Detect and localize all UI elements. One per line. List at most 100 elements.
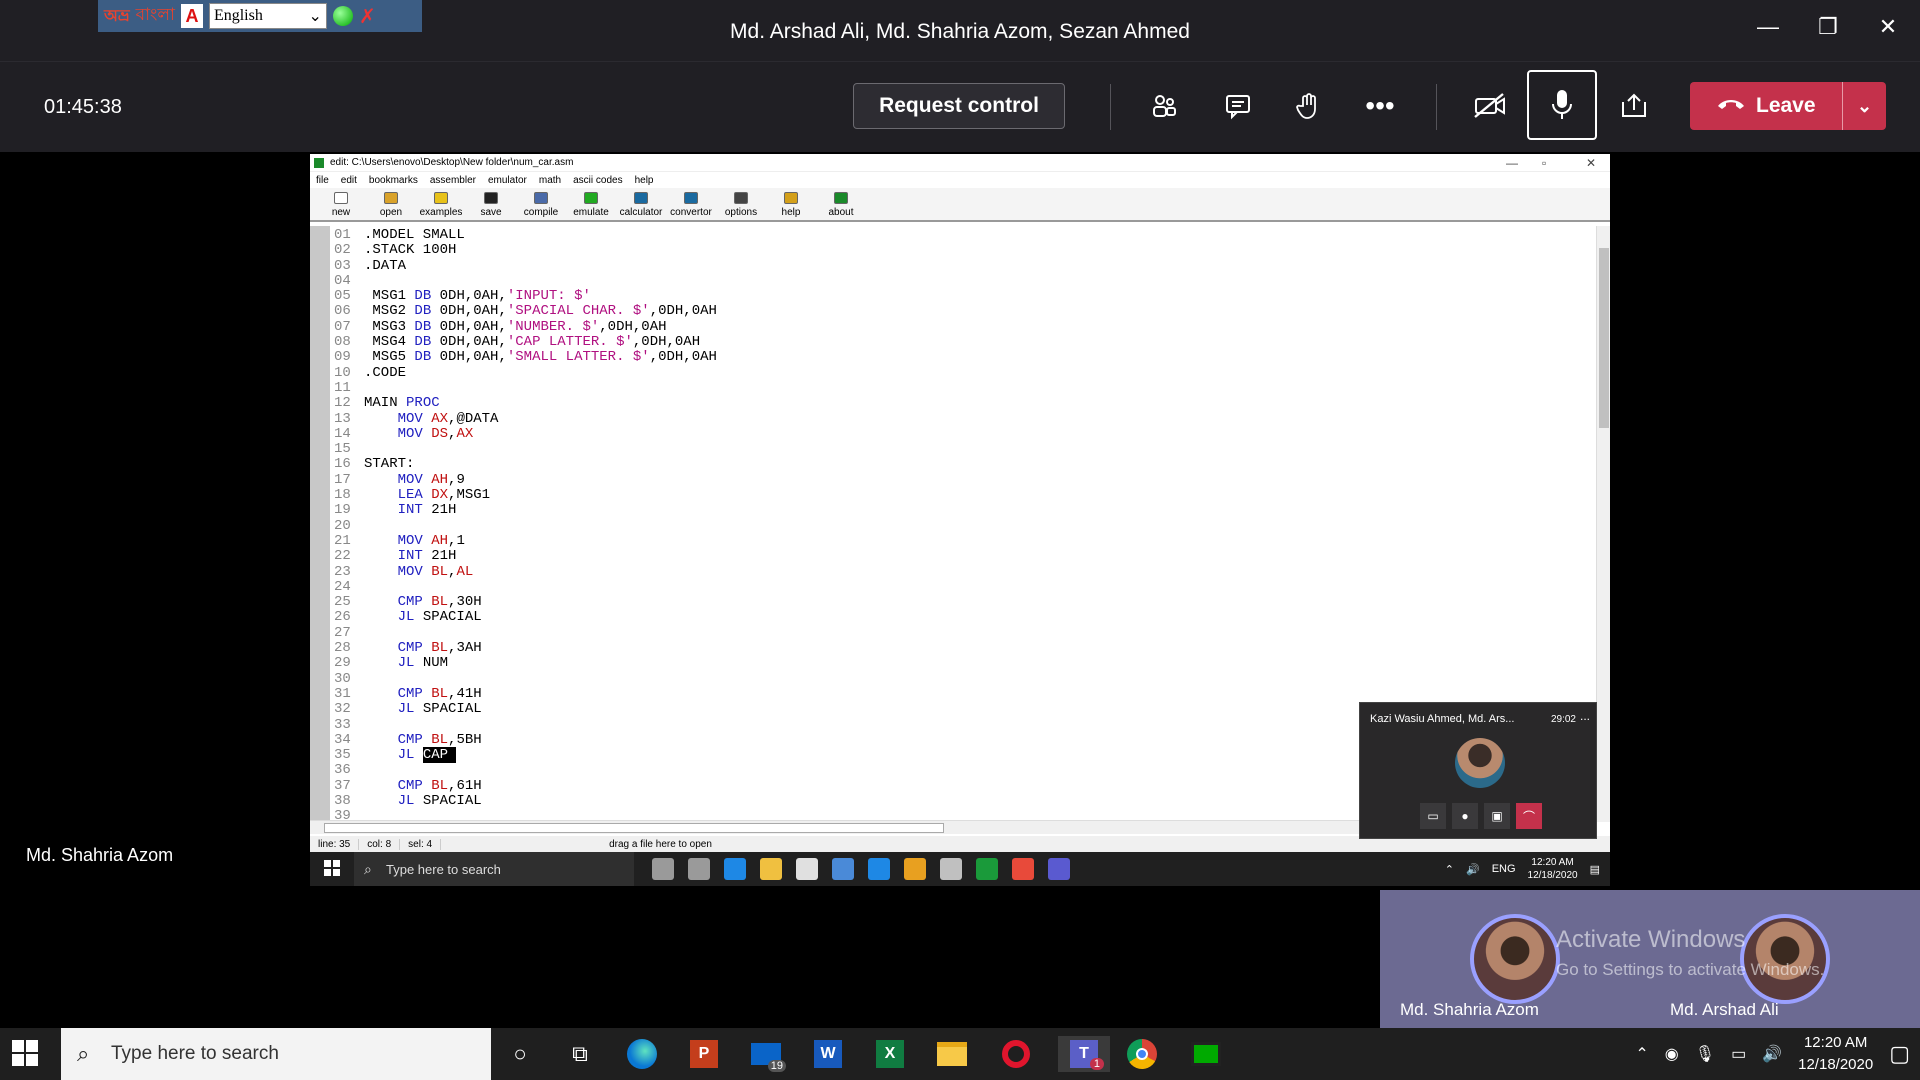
code-line[interactable]: MSG5 DB 0DH,0AH,'SMALL LATTER. $',0DH,0A… (364, 350, 717, 365)
tool-calculator-button[interactable]: calculator (616, 188, 666, 220)
code-line[interactable]: MOV BL,AL (364, 564, 717, 580)
menu-item-help[interactable]: help (635, 175, 654, 186)
powerpoint-icon[interactable]: P (684, 1036, 724, 1072)
code-line[interactable]: CMP BL,5BH (364, 732, 717, 748)
code-line[interactable]: JL SPACIAL (364, 610, 717, 625)
search-input[interactable]: ⌕ Type here to search (61, 1028, 491, 1080)
editor-close[interactable]: ✕ (1586, 156, 1596, 170)
editor-restore[interactable]: ▫ (1542, 156, 1546, 170)
menu-item-emulator[interactable]: emulator (488, 175, 527, 186)
code-line[interactable]: MSG1 DB 0DH,0AH,'INPUT: $' (364, 289, 717, 304)
raise-hand-icon[interactable] (1278, 78, 1338, 134)
code-line[interactable] (364, 381, 717, 396)
tool-options-button[interactable]: options (716, 188, 766, 220)
chrome-icon[interactable] (1122, 1036, 1162, 1072)
camera-off-icon[interactable] (1460, 78, 1520, 134)
task-view-icon[interactable]: ⧉ (560, 1036, 600, 1072)
more-options-icon[interactable]: ••• (1350, 78, 1410, 134)
code-line[interactable]: INT 21H (364, 503, 717, 518)
menu-item-assembler[interactable]: assembler (430, 175, 476, 186)
menu-item-ascii-codes[interactable]: ascii codes (573, 175, 622, 186)
tool-convertor-button[interactable]: convertor (666, 188, 716, 220)
code-text[interactable]: .MODEL SMALL .STACK 100H .DATA MSG1 DB 0DH… (364, 227, 717, 825)
opera-icon[interactable] (996, 1036, 1036, 1072)
excel-icon[interactable]: X (870, 1036, 910, 1072)
code-line[interactable]: JL CAP (364, 747, 717, 764)
chevron-down-icon[interactable]: ⌄ (1842, 82, 1886, 130)
code-line[interactable]: START: (364, 457, 717, 472)
code-line[interactable]: .DATA (364, 258, 717, 274)
chevron-up-icon[interactable]: ⌃ (1635, 1044, 1648, 1064)
code-line[interactable]: MAIN PROC (364, 396, 717, 411)
code-line[interactable]: LEA DX,MSG1 (364, 487, 717, 503)
file-explorer-icon[interactable] (932, 1036, 972, 1072)
code-line[interactable]: JL SPACIAL (364, 793, 717, 809)
code-line[interactable] (364, 763, 717, 778)
restore-button[interactable]: ❐ (1808, 14, 1848, 40)
volume-icon[interactable]: 🔊 (1762, 1044, 1782, 1064)
edge-icon[interactable] (622, 1036, 662, 1072)
mail-icon[interactable]: 19 (746, 1036, 786, 1072)
code-line[interactable]: JL NUM (364, 656, 717, 671)
code-line[interactable]: MSG4 DB 0DH,0AH,'CAP LATTER. $',0DH,0AH (364, 334, 717, 350)
code-line[interactable]: MOV DS,AX (364, 426, 717, 442)
code-line[interactable] (364, 718, 717, 733)
request-control-button[interactable]: Request control (853, 83, 1065, 129)
vertical-scrollbar[interactable] (1596, 226, 1610, 822)
scroll-thumb[interactable] (324, 823, 944, 833)
leave-button[interactable]: Leave ⌄ (1690, 82, 1886, 130)
code-line[interactable]: MSG3 DB 0DH,0AH,'NUMBER. $',0DH,0AH (364, 319, 717, 335)
cortana-icon[interactable]: ○ (500, 1036, 540, 1072)
code-line[interactable] (364, 442, 717, 457)
code-line[interactable]: CMP BL,41H (364, 686, 717, 702)
tool-save-button[interactable]: save (466, 188, 516, 220)
code-line[interactable]: MOV AH,9 (364, 472, 717, 488)
emu8086-icon[interactable] (1186, 1036, 1226, 1072)
teams-icon[interactable]: T 1 (1058, 1036, 1110, 1072)
code-line[interactable]: MSG2 DB 0DH,0AH,'SPACIAL CHAR. $',0DH,0A… (364, 304, 717, 319)
code-line[interactable] (364, 626, 717, 641)
code-line[interactable]: CMP BL,30H (364, 594, 717, 610)
tool-about-button[interactable]: about (816, 188, 866, 220)
code-line[interactable]: MOV AX,@DATA (364, 411, 717, 427)
chat-icon[interactable] (1208, 78, 1268, 134)
tool-compile-button[interactable]: compile (516, 188, 566, 220)
battery-icon[interactable]: ▭ (1731, 1044, 1746, 1064)
word-icon[interactable]: W (808, 1036, 848, 1072)
share-screen-icon[interactable] (1604, 78, 1664, 134)
tool-examples-button[interactable]: examples (416, 188, 466, 220)
code-line[interactable] (364, 580, 717, 595)
close-button[interactable]: ✕ (1868, 14, 1908, 40)
menu-item-edit[interactable]: edit (341, 175, 357, 186)
code-line[interactable]: MOV AH,1 (364, 533, 717, 549)
avatar[interactable] (1470, 914, 1560, 1004)
microphone-button[interactable] (1527, 70, 1597, 140)
clock[interactable]: 12:20 AM 12/18/2020 (1798, 1032, 1873, 1076)
code-line[interactable]: .STACK 100H (364, 243, 717, 258)
tool-new-button[interactable]: new (316, 188, 366, 220)
code-line[interactable]: .MODEL SMALL (364, 227, 717, 243)
code-line[interactable] (364, 672, 717, 687)
minimize-button[interactable]: — (1748, 14, 1788, 40)
code-line[interactable] (364, 274, 717, 289)
code-line[interactable]: INT 21H (364, 549, 717, 564)
code-line[interactable]: JL SPACIAL (364, 702, 717, 717)
code-line[interactable]: CMP BL,3AH (364, 640, 717, 656)
camera-icon[interactable]: ◉ (1665, 1044, 1679, 1064)
tool-emulate-button[interactable]: emulate (566, 188, 616, 220)
menu-item-bookmarks[interactable]: bookmarks (369, 175, 418, 186)
editor-minimize[interactable]: — (1506, 156, 1518, 170)
code-line[interactable]: .CODE (364, 365, 717, 381)
participants-icon[interactable] (1134, 78, 1194, 134)
windows-start-button[interactable] (12, 1040, 40, 1068)
menu-item-file[interactable]: file (316, 175, 329, 186)
scroll-thumb[interactable] (1599, 248, 1609, 428)
notification-icon[interactable]: ▢ (1889, 1041, 1910, 1067)
code-line[interactable] (364, 519, 717, 534)
tool-open-button[interactable]: open (366, 188, 416, 220)
code-line[interactable]: CMP BL,61H (364, 778, 717, 794)
tool-help-button[interactable]: help (766, 188, 816, 220)
leave-main[interactable]: Leave (1690, 94, 1842, 118)
menu-item-math[interactable]: math (539, 175, 561, 186)
microphone-icon[interactable]: 🎙 (1695, 1044, 1715, 1064)
